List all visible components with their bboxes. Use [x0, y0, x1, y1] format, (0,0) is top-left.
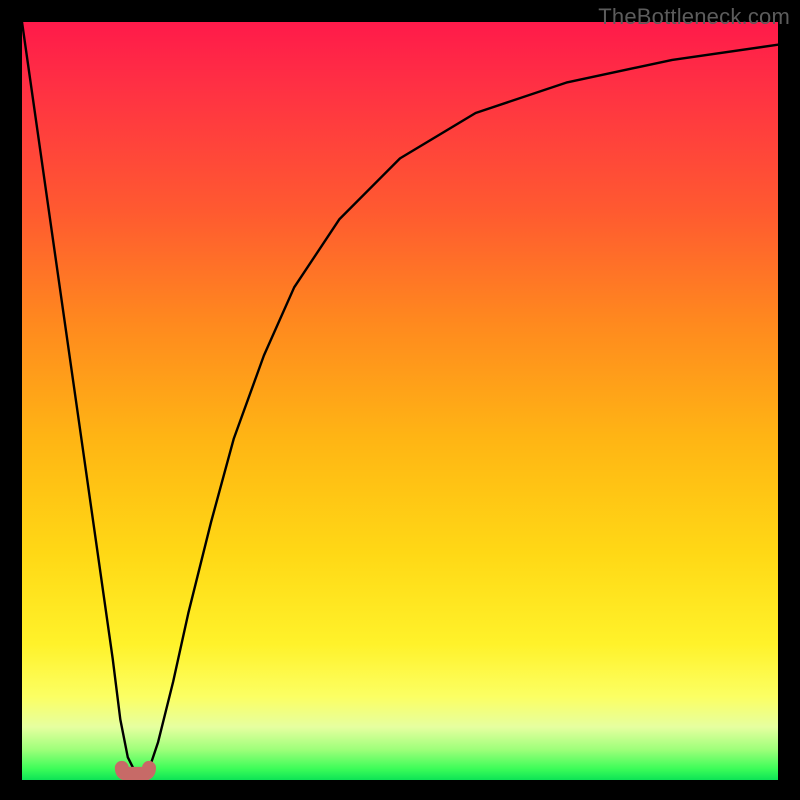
plot-area — [22, 22, 778, 780]
bottleneck-curve — [22, 22, 778, 772]
chart-svg — [22, 22, 778, 780]
curve-layer — [22, 22, 778, 774]
watermark-text: TheBottleneck.com — [598, 4, 790, 30]
chart-frame: TheBottleneck.com — [0, 0, 800, 800]
optimum-marker — [122, 768, 149, 774]
